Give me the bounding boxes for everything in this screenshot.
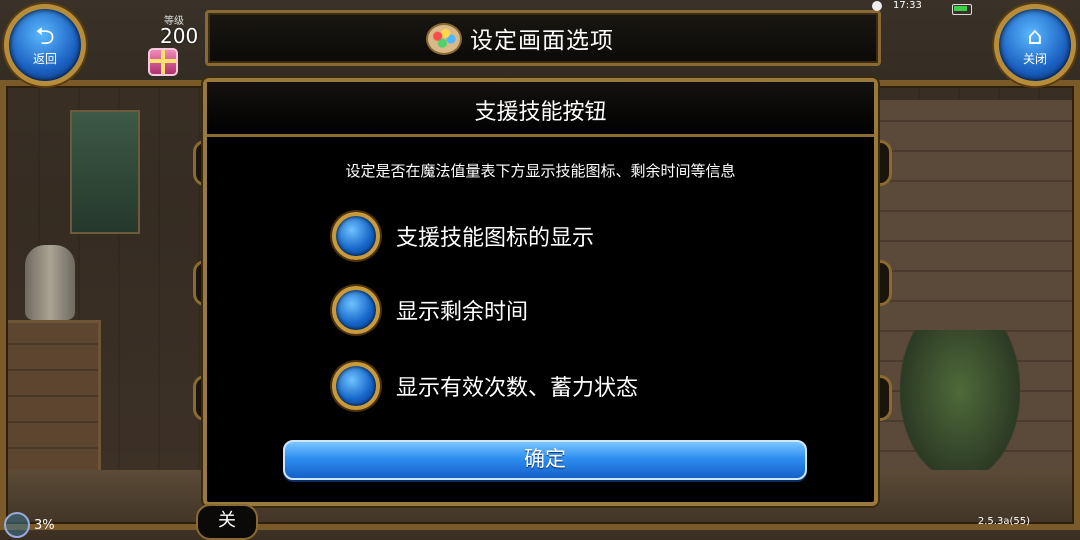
settings-title-bar: 设定画面选项 [205,10,881,66]
background-creature [900,330,1020,480]
status-time: 17:33 [893,0,922,11]
version-label: 2.5.3a(55) [977,516,1030,527]
battery-icon [952,4,972,15]
back-button[interactable]: ⮌ 返回 [4,4,86,86]
level-value: 200 [160,24,199,48]
page-title: 设定画面选项 [470,28,614,54]
bottom-close-tab[interactable]: 关 [196,504,258,540]
dialog-title: 支援技能按钮 [474,100,607,125]
palette-icon [426,23,462,55]
background-banner [70,110,140,234]
dialog-description: 设定是否在魔法值量表下方显示技能图标、剩余时间等信息 [345,162,736,180]
option-label: 显示有效次数、蓄力状态 [396,376,639,401]
bottom-status: 3% [4,512,55,538]
option-show-charges-state[interactable]: 显示有效次数、蓄力状态 [332,360,638,412]
status-percent: 3% [34,517,55,533]
level-indicator: 等级 200 [130,4,200,76]
radio-button[interactable] [332,362,380,410]
option-show-skill-icon[interactable]: 支援技能图标的显示 [332,210,594,262]
option-label: 支援技能图标的显示 [396,226,595,251]
back-button-label: 返回 [32,51,57,66]
close-button[interactable]: ⌂ 关闭 [994,4,1076,86]
notification-icon [872,1,882,11]
background-vase [25,245,75,320]
close-button-label: 关闭 [1022,51,1047,66]
radio-button[interactable] [332,286,380,334]
home-icon: ⌂ [1027,21,1043,50]
signal-icon [4,512,30,538]
back-arrow-icon: ⮌ [35,21,55,50]
option-label: 显示剩余时间 [396,300,529,325]
confirm-button[interactable]: 确定 [283,440,807,480]
support-skill-dialog: 支援技能按钮 设定是否在魔法值量表下方显示技能图标、剩余时间等信息 支援技能图标… [203,78,878,506]
background-crate [0,320,101,476]
radio-button[interactable] [332,212,380,260]
dialog-header: 支援技能按钮 [207,82,874,137]
option-show-remaining-time[interactable]: 显示剩余时间 [332,284,528,336]
gift-icon[interactable] [148,48,178,76]
